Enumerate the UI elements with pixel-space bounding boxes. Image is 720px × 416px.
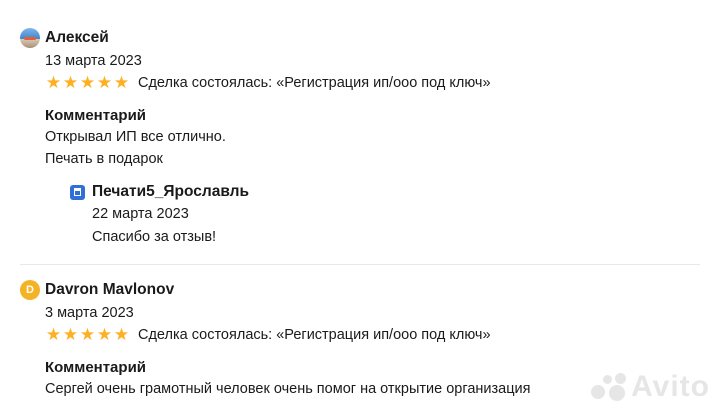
comment-line: Печать в подарок bbox=[45, 151, 163, 167]
deal-line: ★ ★ ★ ★ ★ Сделка состоялась: «Регистраци… bbox=[45, 72, 720, 94]
comment-label: Комментарий bbox=[45, 107, 147, 124]
star-icon: ★ bbox=[62, 325, 79, 344]
avito-watermark: Avito bbox=[591, 370, 710, 404]
watermark-text: Avito bbox=[631, 370, 710, 403]
reply-header: Печати5_Ярославль bbox=[70, 181, 249, 203]
review-date: 3 марта 2023 bbox=[45, 305, 134, 321]
star-icon: ★ bbox=[79, 325, 96, 344]
star-icon: ★ bbox=[45, 325, 62, 344]
avito-logo-icon bbox=[591, 373, 627, 401]
star-rating: ★ ★ ★ ★ ★ bbox=[45, 325, 130, 345]
review-header: D Davron Mavlonov bbox=[20, 279, 720, 301]
review-author-name[interactable]: Алексей bbox=[45, 29, 109, 47]
divider bbox=[20, 264, 700, 265]
reply-date: 22 марта 2023 bbox=[92, 206, 189, 222]
deal-status: Сделка состоялась: «Регистрация ип/ооо п… bbox=[138, 75, 491, 91]
star-icon: ★ bbox=[45, 73, 62, 92]
comment-line: Открывал ИП все отлично. bbox=[45, 129, 226, 145]
avatar[interactable] bbox=[20, 28, 40, 48]
shop-icon bbox=[70, 184, 85, 200]
star-icon: ★ bbox=[96, 325, 113, 344]
review-card: Алексей 13 марта 2023 ★ ★ ★ ★ ★ Сделка с… bbox=[20, 27, 720, 170]
deal-status: Сделка состоялась: «Регистрация ип/ооо п… bbox=[138, 327, 491, 343]
star-rating: ★ ★ ★ ★ ★ bbox=[45, 73, 130, 93]
star-icon: ★ bbox=[113, 73, 130, 92]
star-icon: ★ bbox=[96, 73, 113, 92]
review-date: 13 марта 2023 bbox=[45, 53, 142, 69]
deal-line: ★ ★ ★ ★ ★ Сделка состоялась: «Регистраци… bbox=[45, 324, 720, 346]
review-header: Алексей bbox=[20, 27, 720, 49]
star-icon: ★ bbox=[79, 73, 96, 92]
reply-text: Спасибо за отзыв! bbox=[92, 229, 217, 245]
reply-author-name[interactable]: Печати5_Ярославль bbox=[92, 183, 249, 201]
avatar[interactable]: D bbox=[20, 280, 40, 300]
star-icon: ★ bbox=[62, 73, 79, 92]
seller-reply: Печати5_Ярославль 22 марта 2023 Спасибо … bbox=[70, 181, 249, 248]
star-icon: ★ bbox=[113, 325, 130, 344]
review-author-name[interactable]: Davron Mavlonov bbox=[45, 281, 174, 299]
